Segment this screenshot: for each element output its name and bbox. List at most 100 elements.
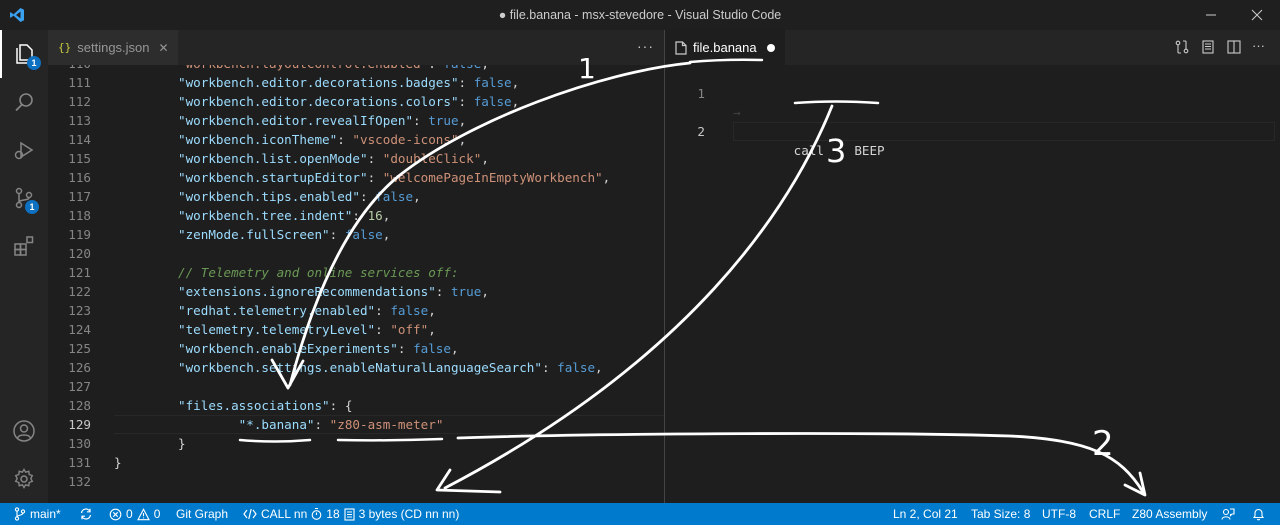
- notifications-button[interactable]: [1252, 503, 1265, 525]
- window-title: ● file.banana - msx-stevedore - Visual S…: [498, 8, 782, 22]
- search-icon: [15, 93, 33, 112]
- more-actions-right-button[interactable]: ···: [1252, 39, 1268, 55]
- more-actions-button[interactable]: ···: [637, 38, 654, 54]
- close-window-button[interactable]: [1234, 0, 1280, 30]
- run-debug-icon: [14, 141, 34, 160]
- tab-settings-json[interactable]: {} settings.json ✕: [48, 30, 178, 65]
- extensions-button[interactable]: [0, 222, 48, 270]
- code-text: call BEEP: [733, 143, 885, 158]
- activity-bar: 1 1: [0, 30, 48, 503]
- eol-label: CRLF: [1089, 507, 1121, 521]
- code-line: 126 "workbench.settings.enableNaturalLang…: [48, 358, 664, 377]
- code-text: "redhat.telemetry.enabled": false,: [178, 303, 436, 318]
- code-text: "workbench.list.openMode": "doubleClick"…: [178, 151, 489, 166]
- git-graph-button[interactable]: Git Graph: [176, 503, 228, 525]
- code-text: // Telemetry and online services off:: [178, 265, 459, 280]
- error-icon: [109, 508, 122, 520]
- bell-icon: [1252, 508, 1265, 521]
- left-tab-bar: {} settings.json ✕ ···: [48, 30, 664, 65]
- run-debug-button[interactable]: [0, 126, 48, 174]
- settings-code-editor[interactable]: 110 "workbench.layoutControl.enabled": fa…: [48, 65, 664, 503]
- code-line: 1 →: [665, 65, 1280, 120]
- compare-icon: [1175, 40, 1189, 54]
- line-number: 123: [68, 303, 91, 318]
- code-text: "workbench.tree.indent": 16,: [178, 208, 391, 223]
- line-number: 117: [68, 189, 91, 204]
- status-bar: main* 0 0 Git Graph CALL nn 18 3 bytes (…: [0, 503, 1280, 525]
- maximize-button[interactable]: [1188, 0, 1234, 30]
- code-text: "workbench.startupEditor": "welcomePageI…: [178, 170, 611, 185]
- accounts-button[interactable]: [0, 407, 48, 455]
- eol-indicator[interactable]: CRLF: [1089, 503, 1120, 525]
- code-line: 132: [48, 472, 664, 491]
- line-number: 119: [68, 227, 91, 242]
- code-line: 128 "files.associations": {: [48, 396, 664, 415]
- tab-size-indicator[interactable]: Tab Size: 8: [971, 503, 1030, 525]
- line-number: 112: [68, 94, 91, 109]
- sync-button[interactable]: [79, 503, 93, 525]
- z80-instruction-info[interactable]: CALL nn 18 3 bytes (CD nn nn): [243, 503, 459, 525]
- line-number: 130: [68, 436, 91, 451]
- tab-size-label: Tab Size: 8: [971, 507, 1031, 521]
- compare-changes-button[interactable]: [1174, 39, 1190, 55]
- code-text: "workbench.enableExperiments": false,: [178, 341, 459, 356]
- open-preview-button[interactable]: [1200, 39, 1216, 55]
- line-number: 131: [68, 455, 91, 470]
- code-line: 122 "extensions.ignoreRecommendations": t…: [48, 282, 664, 301]
- code-line-current: 129 "*.banana": "z80-asm-meter": [48, 415, 664, 434]
- warning-icon: [136, 507, 150, 520]
- code-text: "zenMode.fullScreen": false,: [178, 227, 391, 242]
- account-icon: [13, 420, 35, 442]
- code-line: 124 "telemetry.telemetryLevel": "off",: [48, 320, 664, 339]
- line-number: 122: [68, 284, 91, 299]
- sync-icon: [80, 508, 92, 520]
- code-line: 113 "workbench.editor.revealIfOpen": true…: [48, 111, 664, 130]
- preview-icon: [1202, 40, 1214, 54]
- whitespace-tab-marker: →: [733, 105, 741, 120]
- encoding-indicator[interactable]: UTF-8: [1042, 503, 1076, 525]
- tab-file-banana[interactable]: file.banana: [665, 30, 785, 65]
- cursor-position[interactable]: Ln 2, Col 21: [893, 503, 958, 525]
- split-editor-button[interactable]: [1226, 39, 1242, 55]
- right-editor-group: file.banana ··· 1 → 2 call BEEP: [665, 30, 1280, 503]
- source-control-button[interactable]: 1: [0, 174, 48, 222]
- instruction-text: CALL nn: [261, 507, 308, 521]
- title-bar: ● file.banana - msx-stevedore - Visual S…: [0, 0, 1280, 30]
- branch-name: main*: [30, 507, 61, 521]
- unsaved-dot-icon[interactable]: [766, 43, 775, 52]
- code-line: 125 "workbench.enableExperiments": false,: [48, 339, 664, 358]
- code-line: 119 "zenMode.fullScreen": false,: [48, 225, 664, 244]
- line-number: 125: [68, 341, 91, 356]
- manage-button[interactable]: [0, 455, 48, 503]
- code-text: "workbench.editor.revealIfOpen": true,: [178, 113, 467, 128]
- branch-indicator[interactable]: main*: [14, 503, 61, 525]
- extensions-icon: [14, 236, 34, 256]
- code-line: 121 // Telemetry and online services off:: [48, 263, 664, 282]
- problems-indicator[interactable]: 0 0: [109, 503, 160, 525]
- code-text: }: [114, 455, 122, 470]
- code-icon: [243, 508, 257, 520]
- code-line: 127: [48, 377, 664, 396]
- code-text: "telemetry.telemetryLevel": "off",: [178, 322, 436, 337]
- explorer-badge: 1: [27, 56, 41, 70]
- code-line: 110 "workbench.layoutControl.enabled": fa…: [48, 65, 664, 73]
- search-button[interactable]: [0, 78, 48, 126]
- line-number: 116: [68, 170, 91, 185]
- banana-code-editor[interactable]: 1 → 2 call BEEP: [665, 65, 1280, 503]
- code-line: 111 "workbench.editor.decorations.badges"…: [48, 73, 664, 92]
- code-text: }: [178, 436, 186, 451]
- git-graph-label: Git Graph: [176, 507, 229, 521]
- bytes-text: 3 bytes (CD nn nn): [358, 507, 460, 521]
- line-number: 126: [68, 360, 91, 375]
- line-number: 132: [68, 474, 91, 489]
- code-text: "files.associations": {: [178, 398, 353, 413]
- bytes-icon: [344, 507, 355, 521]
- cursor-position-label: Ln 2, Col 21: [893, 507, 958, 521]
- close-tab-icon[interactable]: ✕: [159, 41, 169, 55]
- tab-label: settings.json: [77, 40, 150, 55]
- feedback-button[interactable]: [1221, 503, 1235, 525]
- explorer-button[interactable]: 1: [0, 30, 48, 78]
- current-line-highlight: [733, 122, 1275, 141]
- language-mode-indicator[interactable]: Z80 Assembly: [1132, 503, 1207, 525]
- left-editor-group: {} settings.json ✕ ··· 110 "workbench.lay…: [48, 30, 664, 503]
